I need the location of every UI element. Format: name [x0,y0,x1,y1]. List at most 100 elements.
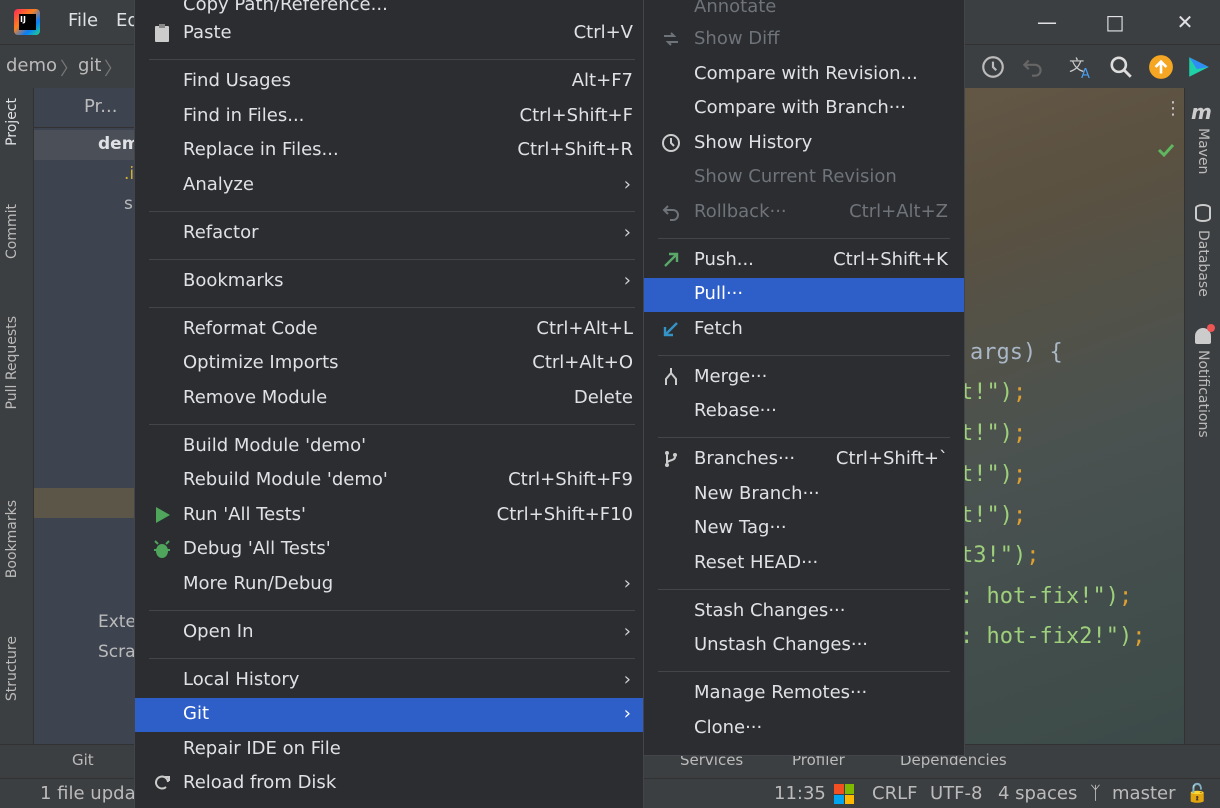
menu-item-merge[interactable]: Merge··· [644,361,964,395]
tree-row-root[interactable]: dem [34,130,134,160]
menu-file[interactable]: File [68,10,98,31]
menu-item-git[interactable]: Git › [135,698,643,732]
tree-row[interactable]: .i [34,160,134,190]
tree-row[interactable]: s [34,190,134,220]
code-line[interactable]: t!"); [960,421,1026,446]
menu-item-shortcut: Ctrl+Shift+F [519,105,633,126]
project-tool-tab[interactable]: Project [4,98,20,146]
menu-item-label: Run 'All Tests' [183,504,306,525]
menu-item-new-branch[interactable]: New Branch··· [644,478,964,512]
indent-setting[interactable]: 4 spaces [998,783,1077,804]
code-line[interactable]: args) { [970,340,1063,365]
menu-item-rebuild-module-demo[interactable]: Rebuild Module 'demo' Ctrl+Shift+F9 [135,464,643,498]
menu-item-label: Show History [694,132,813,153]
menu-separator [149,307,635,308]
git-tool-button[interactable]: Git [72,751,94,769]
undo-icon[interactable] [1020,54,1046,80]
menu-item-more-run-debug[interactable]: More Run/Debug › [135,568,643,602]
menu-item-open-in[interactable]: Open In › [135,616,643,650]
bookmarks-tool-tab[interactable]: Bookmarks [4,500,20,578]
menu-item-stash-changes[interactable]: Stash Changes··· [644,595,964,629]
close-icon[interactable]: ✕ [1170,8,1200,36]
minimize-icon[interactable]: — [1032,8,1062,36]
translate-icon[interactable]: 文A [1068,54,1094,80]
menu-item-shortcut: Ctrl+Shift+` [835,448,948,469]
menu-item-analyze[interactable]: Analyze › [135,169,643,203]
menu-item-replace-in-files[interactable]: Replace in Files... Ctrl+Shift+R [135,134,643,168]
status-message[interactable]: 1 file updat [40,783,143,804]
menu-item-compare-with-branch[interactable]: Compare with Branch··· [644,92,964,126]
right-tool-stripe: m Maven Database Notifications [1184,88,1220,778]
menu-item-rebase[interactable]: Rebase··· [644,395,964,429]
line-separator[interactable]: CRLF [872,783,917,804]
menu-item-repair-ide-on-file[interactable]: Repair IDE on File [135,733,643,767]
menu-item-label: Debug 'All Tests' [183,538,331,559]
more-options-icon[interactable]: ⋮ [1164,98,1182,119]
menu-item-paste[interactable]: Paste Ctrl+V [135,17,643,51]
menu-item-label: Find in Files... [183,105,305,126]
menu-item-pull[interactable]: Pull··· [644,278,964,312]
menu-item-clone[interactable]: Clone··· [644,712,964,746]
breadcrumb-git[interactable]: git [78,55,101,76]
git-branch-widget[interactable]: master [1112,783,1175,804]
menu-item-bookmarks[interactable]: Bookmarks › [135,265,643,299]
code-line[interactable]: : hot-fix2!"); [960,624,1145,649]
menu-item-unstash-changes[interactable]: Unstash Changes··· [644,629,964,663]
menu-item-label: Git [183,703,210,724]
menu-item-compare-with-revision[interactable]: Compare with Revision... [644,58,964,92]
code-line[interactable]: : hot-fix!"); [960,584,1132,609]
menu-item-optimize-imports[interactable]: Optimize Imports Ctrl+Alt+O [135,347,643,381]
menu-item-label: Unstash Changes··· [694,634,869,655]
menu-item-label: Paste [183,22,232,43]
status-time[interactable]: 11:35 [774,783,826,804]
menu-item-remove-module[interactable]: Remove Module Delete [135,382,643,416]
menu-item-label: New Tag··· [694,517,787,538]
search-icon[interactable] [1108,54,1134,80]
database-tool-tab[interactable]: Database [1195,230,1211,297]
menu-item-run-all-tests[interactable]: Run 'All Tests' Ctrl+Shift+F10 [135,499,643,533]
menu-item-reset-head[interactable]: Reset HEAD··· [644,547,964,581]
commit-tool-tab[interactable]: Commit [4,204,20,259]
code-line[interactable]: t3!"); [960,543,1039,568]
menu-item-label: More Run/Debug [183,573,334,594]
menu-item-find-usages[interactable]: Find Usages Alt+F7 [135,65,643,99]
menu-item-label: Pull··· [694,283,744,304]
menu-item-refactor[interactable]: Refactor › [135,217,643,251]
notifications-tool-tab[interactable]: Notifications [1195,350,1211,438]
code-line[interactable]: t!"); [960,380,1026,405]
menu-item-reformat-code[interactable]: Reformat Code Ctrl+Alt+L [135,313,643,347]
maximize-icon[interactable]: □ [1100,8,1130,36]
history-clock-icon[interactable] [980,54,1006,80]
tree-row-external-libraries[interactable]: Exte [34,608,134,638]
push-icon [660,250,682,272]
structure-tool-tab[interactable]: Structure [4,636,20,701]
tree-row-scratches[interactable]: Scra [34,638,134,668]
menu-item-branches[interactable]: Branches··· Ctrl+Shift+` [644,443,964,477]
breadcrumb-project[interactable]: demo [6,55,57,76]
windows-logo-icon [834,784,854,804]
menu-item-fetch[interactable]: Fetch [644,313,964,347]
update-icon[interactable] [1148,54,1174,80]
menu-item-label: Repair IDE on File [183,738,341,759]
menu-item-build-module-demo[interactable]: Build Module 'demo' [135,430,643,464]
pull-requests-tool-tab[interactable]: Pull Requests [4,316,20,409]
maven-tool-tab[interactable]: Maven [1195,128,1211,174]
intellij-logo-icon[interactable] [14,9,40,35]
jetbrains-toolbox-icon[interactable] [1186,54,1212,80]
menu-item-label: Show Diff [694,28,780,49]
menu-item-local-history[interactable]: Local History › [135,664,643,698]
menu-separator [149,211,635,212]
menu-item-debug-all-tests[interactable]: Debug 'All Tests' [135,533,643,567]
tree-row[interactable] [34,488,134,518]
code-line[interactable]: t!"); [960,462,1026,487]
menu-item-show-history[interactable]: Show History [644,127,964,161]
menu-item-find-in-files[interactable]: Find in Files... Ctrl+Shift+F [135,100,643,134]
code-line[interactable]: t!"); [960,503,1026,528]
menu-item-reload-from-disk[interactable]: Reload from Disk [135,767,643,801]
lock-icon[interactable]: 🔓 [1186,783,1208,804]
chevron-right-icon: › [623,621,631,642]
file-encoding[interactable]: UTF-8 [930,783,982,804]
menu-item-new-tag[interactable]: New Tag··· [644,512,964,546]
menu-item-push[interactable]: Push... Ctrl+Shift+K [644,244,964,278]
menu-item-manage-remotes[interactable]: Manage Remotes··· [644,677,964,711]
